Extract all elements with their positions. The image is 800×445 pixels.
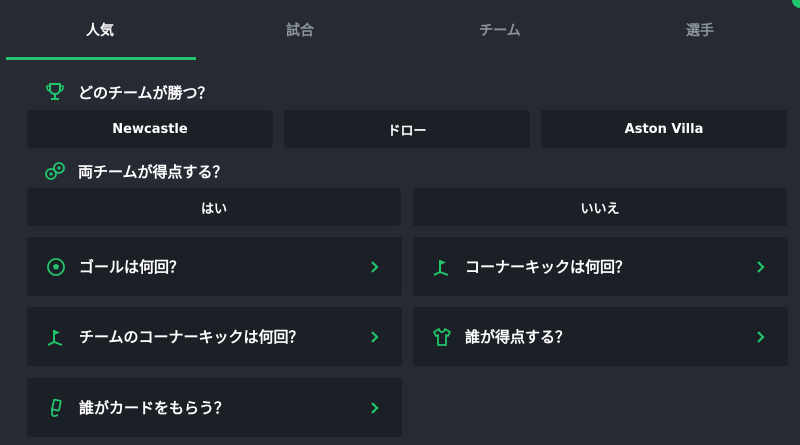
option-away-win[interactable]: Aston Villa	[541, 110, 787, 148]
corners-count-card[interactable]: コーナーキックは何回？	[413, 237, 788, 296]
chevron-right-icon	[368, 330, 382, 344]
corner-flag-icon	[45, 326, 67, 348]
tab-match[interactable]: 試合	[200, 0, 400, 60]
option-yes[interactable]: はい	[27, 188, 401, 226]
goals-count-label: ゴールは何回？	[79, 258, 185, 276]
btts-section-label: 両チームが得点する？	[78, 162, 228, 181]
win-section-label: どのチームが勝つ？	[78, 83, 213, 102]
chevron-right-icon	[368, 260, 382, 274]
option-home-win[interactable]: Newcastle	[27, 110, 273, 148]
balls-icon	[45, 161, 65, 181]
tab-team[interactable]: チーム	[400, 0, 600, 60]
btts-section-title: 両チームが得点する？	[45, 159, 228, 183]
goalscorer-card[interactable]: 誰が得点する？	[413, 307, 788, 366]
tab-bar: 人気 試合 チーム 選手	[0, 0, 800, 60]
corners-count-label: コーナーキックは何回？	[465, 258, 631, 276]
goalscorer-label: 誰が得点する？	[465, 328, 571, 346]
soccer-ball-icon	[45, 256, 67, 278]
bet-builder-panel: 人気 試合 チーム 選手 どのチームが勝つ？ Newcastle ドロー Ast…	[0, 0, 800, 445]
tab-popular[interactable]: 人気	[0, 0, 200, 60]
option-draw[interactable]: ドロー	[284, 110, 530, 148]
trophy-icon	[45, 82, 65, 102]
team-corners-label: チームのコーナーキックは何回？	[79, 328, 304, 346]
booked-player-card[interactable]: 誰がカードをもらう？	[27, 378, 402, 437]
chevron-right-icon	[368, 401, 382, 415]
chevron-right-icon	[754, 260, 768, 274]
goals-count-card[interactable]: ゴールは何回？	[27, 237, 402, 296]
tab-player[interactable]: 選手	[600, 0, 800, 60]
card-icon	[45, 397, 67, 419]
chevron-right-icon	[754, 330, 768, 344]
corner-flag-icon	[431, 256, 453, 278]
booked-player-label: 誰がカードをもらう？	[79, 399, 230, 417]
team-corners-card[interactable]: チームのコーナーキックは何回？	[27, 307, 402, 366]
jersey-icon	[431, 326, 453, 348]
win-section-title: どのチームが勝つ？	[45, 80, 213, 104]
option-no[interactable]: いいえ	[413, 188, 787, 226]
